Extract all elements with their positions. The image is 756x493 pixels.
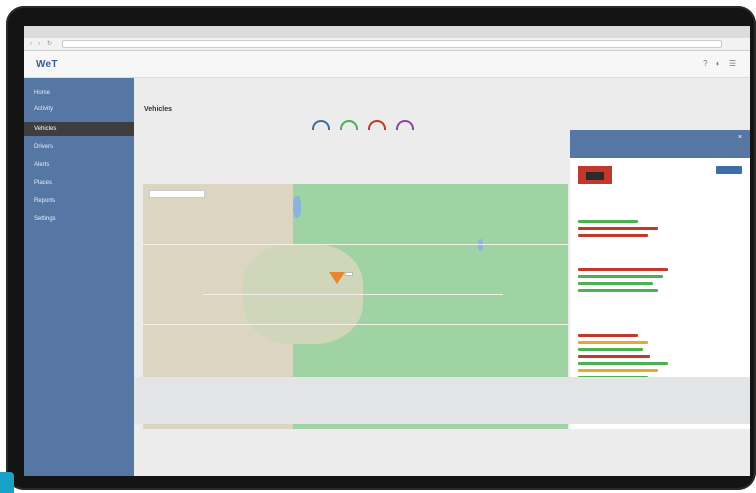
panel-action-button[interactable] [716,166,742,174]
app-logo[interactable]: WeT [36,59,58,70]
gauge-2 [340,120,358,130]
summary-strip: Vehicles [144,106,574,146]
detail-line [578,341,648,344]
sidebar-item-activity[interactable]: Activity [24,102,134,116]
vehicle-marker-icon[interactable] [329,272,345,284]
close-icon[interactable]: × [738,134,742,141]
gauge-4 [396,120,414,130]
accent-strip [0,472,14,493]
map-lake [478,239,483,251]
url-field[interactable] [62,40,722,48]
header-icons: ? ◐ ☰ [697,59,736,68]
sidebar-item-places[interactable]: Places [24,176,134,190]
detail-line [578,355,650,358]
detail-line [578,234,648,237]
detail-line [578,369,658,372]
sidebar-item-vehicles[interactable]: Vehicles [24,122,134,136]
detail-line [578,227,658,230]
map-lake [293,196,301,218]
detail-line [578,348,643,351]
detail-line [578,275,663,278]
reload-icon[interactable]: ↻ [47,41,53,47]
panel-header: × [570,130,750,158]
back-icon[interactable]: ‹ [30,41,36,47]
gauge-1 [312,120,330,130]
profile-icon[interactable]: ◐ [716,59,721,68]
map-road [203,294,503,295]
detail-line [578,289,658,292]
map-search-input[interactable] [149,190,205,198]
detail-line [578,282,653,285]
summary-title: Vehicles [144,106,173,113]
sidebar-item-reports[interactable]: Reports [24,194,134,208]
map-road [143,244,568,245]
address-bar: ‹ › ↻ [24,38,750,51]
help-icon[interactable]: ? [703,59,707,68]
sidebar-item-home[interactable]: Home [24,86,134,100]
app-header: WeT ? ◐ ☰ [24,51,750,78]
marker-label [345,272,353,276]
detail-line [578,334,638,337]
vehicle-image [578,166,612,184]
footer-area [134,377,750,424]
sidebar-item-alerts[interactable]: Alerts [24,158,134,172]
detail-line [578,220,638,223]
detail-line [578,362,668,365]
menu-icon[interactable]: ☰ [729,59,736,68]
sidebar: Home Activity Vehicles Drivers Alerts Pl… [24,78,134,476]
gauge-3 [368,120,386,130]
sidebar-item-settings[interactable]: Settings [24,212,134,226]
screen: ‹ › ↻ WeT ? ◐ ☰ Home Activity Vehicles D… [24,26,750,476]
detail-line [578,268,668,271]
sidebar-item-drivers[interactable]: Drivers [24,140,134,154]
forward-icon[interactable]: › [38,41,44,47]
map-road [143,324,568,325]
